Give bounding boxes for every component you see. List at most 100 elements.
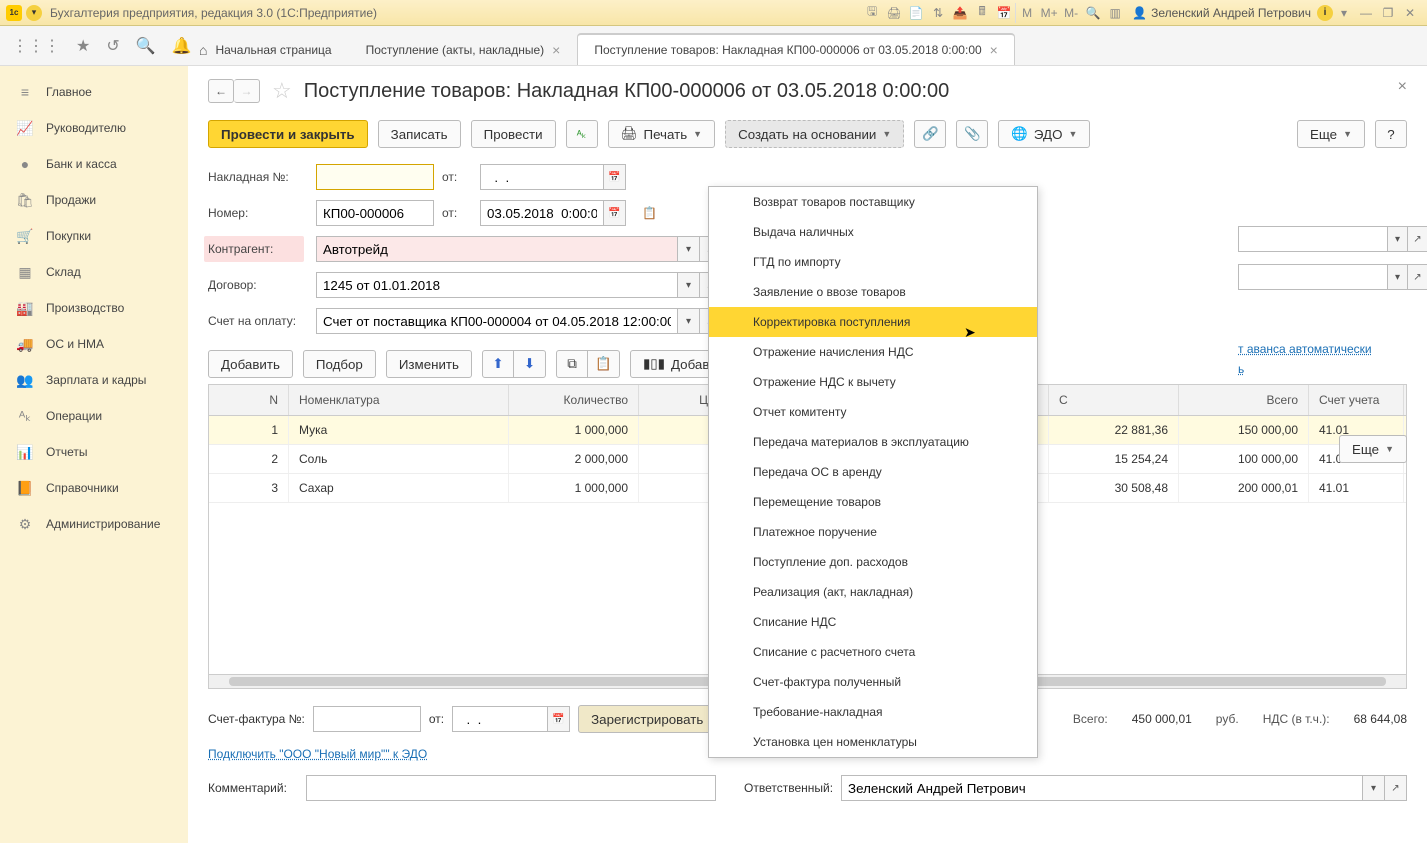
nav-back-button[interactable]: ← <box>208 79 234 103</box>
debit-credit-button[interactable]: ᴬₖ <box>566 120 598 148</box>
connect-edo-link[interactable]: Подключить "ООО "Новый мир"" к ЭДО <box>208 747 427 761</box>
dropdown-item[interactable]: Выдача наличных <box>709 217 1037 247</box>
dropdown-item[interactable]: Передача материалов в эксплуатацию <box>709 427 1037 457</box>
favorite-star-icon[interactable]: ☆ <box>272 78 292 104</box>
sidebar-item-sales[interactable]: 🛍Продажи <box>0 182 188 218</box>
calendar-button[interactable]: 📅 <box>604 200 626 226</box>
number-input[interactable] <box>316 200 434 226</box>
dropdown-button[interactable]: ▾ <box>1388 264 1408 290</box>
dropdown-item[interactable]: ГТД по импорту <box>709 247 1037 277</box>
tab-close-icon[interactable]: × <box>552 42 560 58</box>
comment-input[interactable] <box>306 775 716 801</box>
right-field-1[interactable] <box>1238 226 1388 252</box>
header-n[interactable]: N <box>209 385 289 415</box>
edo-button[interactable]: 🌐ЭДО▼ <box>998 120 1090 148</box>
table-more-button[interactable]: Еще▼ <box>1339 435 1407 463</box>
dropdown-item[interactable]: Установка цен номенклатуры <box>709 727 1037 757</box>
right-field-2[interactable] <box>1238 264 1388 290</box>
create-based-button[interactable]: Создать на основании▼ <box>725 120 904 148</box>
counterparty-input[interactable] <box>316 236 678 262</box>
dropdown-button[interactable]: ▾ <box>1388 226 1408 252</box>
dropdown-icon[interactable]: ▾ <box>1335 4 1353 22</box>
print-button[interactable]: 🖨Печать▼ <box>608 120 716 148</box>
help-button[interactable]: ? <box>1375 120 1407 148</box>
sidebar-item-main[interactable]: ≡Главное <box>0 74 188 110</box>
sidebar-item-production[interactable]: 🏭Производство <box>0 290 188 326</box>
copy-button[interactable]: ⧉ <box>556 350 588 378</box>
invoice-sf-date-input[interactable] <box>452 706 548 732</box>
save-icon[interactable]: 🖫 <box>863 4 881 22</box>
header-nomenclature[interactable]: Номенклатура <box>289 385 509 415</box>
dropdown-button[interactable]: ▾ <box>678 308 700 334</box>
header-account[interactable]: Счет учета <box>1309 385 1404 415</box>
dropdown-item[interactable]: Требование-накладная <box>709 697 1037 727</box>
invoice-number-input[interactable] <box>316 164 434 190</box>
calendar-icon[interactable]: 📅 <box>995 4 1013 22</box>
calendar-button[interactable]: 📅 <box>548 706 570 732</box>
invoice-sf-input[interactable] <box>313 706 421 732</box>
dropdown-button[interactable]: ▾ <box>1363 775 1385 801</box>
nav-forward-button[interactable]: → <box>234 79 260 103</box>
info-icon[interactable]: i <box>1317 5 1333 21</box>
tab-receipts-list[interactable]: Поступление (акты, накладные) × <box>349 33 578 65</box>
dropdown-item[interactable]: Реализация (акт, накладная) <box>709 577 1037 607</box>
header-total[interactable]: Всего <box>1179 385 1309 415</box>
dropdown-item[interactable]: Перемещение товаров <box>709 487 1037 517</box>
bill-input[interactable] <box>316 308 678 334</box>
calculator-icon[interactable]: 🖩 <box>973 4 991 22</box>
dropdown-item[interactable]: Возврат товаров поставщику <box>709 187 1037 217</box>
sidebar-item-purchases[interactable]: 🛒Покупки <box>0 218 188 254</box>
invoice-date-input[interactable] <box>480 164 604 190</box>
dropdown-item[interactable]: Счет-фактура полученный <box>709 667 1037 697</box>
dropdown-item[interactable]: Платежное поручение <box>709 517 1037 547</box>
sidebar-item-bank[interactable]: ●Банк и касса <box>0 146 188 182</box>
sidebar-item-operations[interactable]: ᴬₖОперации <box>0 398 188 434</box>
save-button[interactable]: Записать <box>378 120 461 148</box>
paste-button[interactable]: 📋 <box>588 350 620 378</box>
sidebar-item-warehouse[interactable]: ▦Склад <box>0 254 188 290</box>
approved-icon[interactable]: 📋 <box>642 206 657 220</box>
open-button[interactable]: ↗ <box>1385 775 1407 801</box>
header-qty[interactable]: Количество <box>509 385 639 415</box>
dropdown-item[interactable]: Поступление доп. расходов <box>709 547 1037 577</box>
send-icon[interactable]: 📤 <box>951 4 969 22</box>
move-down-button[interactable]: ⬇ <box>514 350 546 378</box>
table-select-button[interactable]: Подбор <box>303 350 376 378</box>
user-display[interactable]: 👤 Зеленский Андрей Петрович <box>1132 6 1311 20</box>
marker-m-minus-icon[interactable]: М- <box>1062 4 1080 22</box>
sidebar-item-assets[interactable]: 🚚ОС и НМА <box>0 326 188 362</box>
advance-link[interactable]: т аванса автоматически <box>1238 342 1372 356</box>
register-button[interactable]: Зарегистрировать <box>578 705 716 733</box>
document-icon[interactable]: 📄 <box>907 4 925 22</box>
table-edit-button[interactable]: Изменить <box>386 350 472 378</box>
sidebar-item-catalogs[interactable]: 📙Справочники <box>0 470 188 506</box>
post-button[interactable]: Провести <box>471 120 556 148</box>
relations-button[interactable]: 🔗 <box>914 120 946 148</box>
zoom-icon[interactable]: 🔍 <box>1084 4 1102 22</box>
marker-m-plus-icon[interactable]: М+ <box>1040 4 1058 22</box>
maximize-icon[interactable]: ❐ <box>1379 4 1397 22</box>
more-button[interactable]: Еще▼ <box>1297 120 1365 148</box>
responsible-input[interactable] <box>841 775 1363 801</box>
dropdown-item[interactable]: Заявление о ввозе товаров <box>709 277 1037 307</box>
table-add-button[interactable]: Добавить <box>208 350 293 378</box>
app-menu-dropdown-icon[interactable]: ▾ <box>26 5 42 21</box>
dropdown-item[interactable]: Списание с расчетного счета <box>709 637 1037 667</box>
post-and-close-button[interactable]: Провести и закрыть <box>208 120 368 148</box>
compare-icon[interactable]: ⇅ <box>929 4 947 22</box>
calendar-button[interactable]: 📅 <box>604 164 626 190</box>
panel-icon[interactable]: ▥ <box>1106 4 1124 22</box>
sidebar-item-salary[interactable]: 👥Зарплата и кадры <box>0 362 188 398</box>
header-nds[interactable]: С <box>1049 385 1179 415</box>
contract-input[interactable] <box>316 272 678 298</box>
apps-icon[interactable]: ⋮⋮⋮ <box>12 36 60 56</box>
tab-home[interactable]: ⌂ Начальная страница <box>188 33 349 65</box>
tax-link[interactable]: ь <box>1238 362 1372 376</box>
tab-receipt-document[interactable]: Поступление товаров: Накладная КП00-0000… <box>577 33 1015 65</box>
dropdown-button[interactable]: ▾ <box>678 272 700 298</box>
sidebar-item-reports[interactable]: 📊Отчеты <box>0 434 188 470</box>
dropdown-item[interactable]: Передача ОС в аренду <box>709 457 1037 487</box>
search-icon[interactable]: 🔍 <box>136 36 156 56</box>
minimize-icon[interactable]: — <box>1357 4 1375 22</box>
open-button[interactable]: ↗ <box>1408 226 1427 252</box>
